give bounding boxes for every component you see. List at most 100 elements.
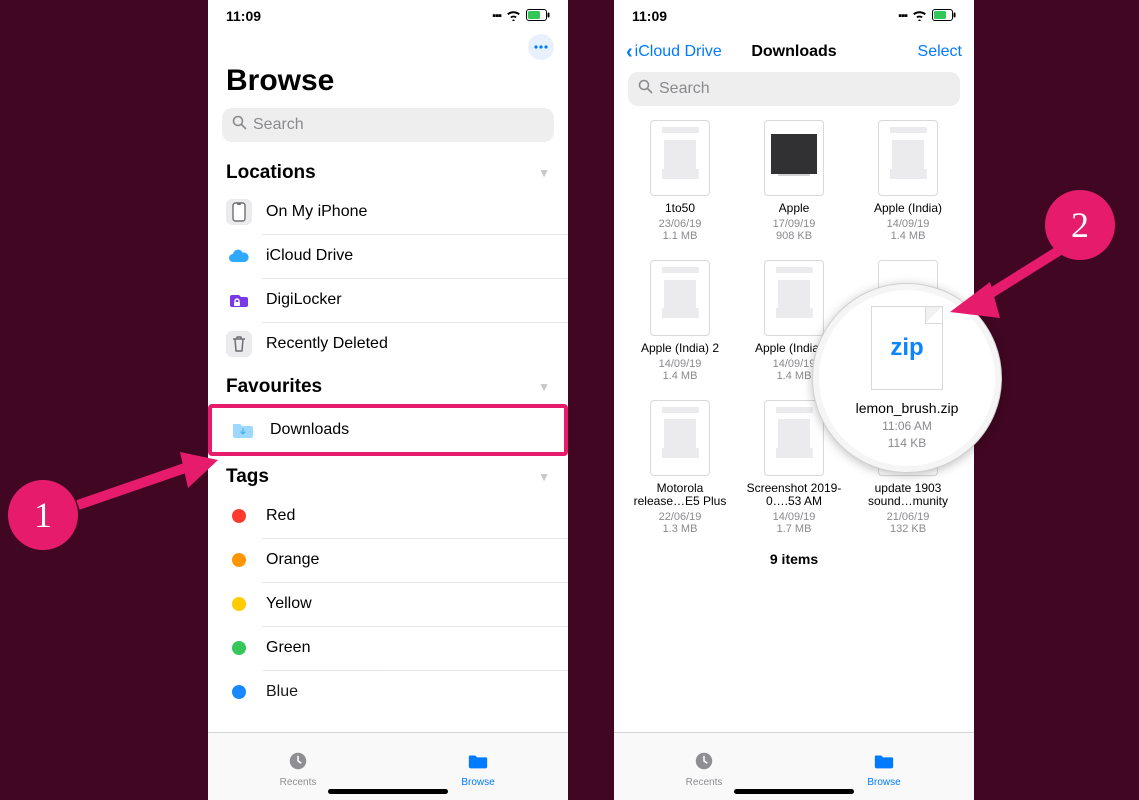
trash-icon bbox=[226, 331, 252, 357]
file-date: 14/09/19 bbox=[773, 511, 816, 523]
search-icon bbox=[232, 115, 247, 135]
row-label: Red bbox=[266, 507, 295, 525]
badge-number: 1 bbox=[34, 494, 52, 536]
cloud-icon bbox=[226, 243, 252, 269]
tab-label: Recents bbox=[686, 777, 723, 788]
select-button[interactable]: Select bbox=[918, 43, 962, 61]
file-date: 14/09/19 bbox=[887, 218, 930, 230]
row-label: Recently Deleted bbox=[266, 335, 388, 353]
row-label: Yellow bbox=[266, 595, 312, 613]
row-label: Blue bbox=[266, 683, 298, 701]
folder-icon bbox=[872, 750, 896, 775]
nav-actions bbox=[208, 32, 568, 62]
zoom-filename: lemon_brush.zip bbox=[856, 400, 959, 416]
signal-icon: ▪▪▪ bbox=[492, 10, 501, 22]
favourites-list: Downloads bbox=[208, 404, 568, 456]
row-label: Orange bbox=[266, 551, 319, 569]
tag-yellow[interactable]: Yellow bbox=[208, 582, 568, 626]
phone-icon bbox=[226, 199, 252, 225]
location-recently-deleted[interactable]: Recently Deleted bbox=[208, 322, 568, 366]
location-icloud-drive[interactable]: iCloud Drive bbox=[208, 234, 568, 278]
tags-list: Red Orange Yellow Green Blue bbox=[208, 494, 568, 714]
tag-dot-icon bbox=[232, 553, 246, 567]
row-label: iCloud Drive bbox=[266, 247, 353, 265]
zip-file-icon: zip bbox=[871, 306, 943, 390]
chevron-down-icon: ▼ bbox=[538, 380, 550, 394]
digilocker-icon bbox=[226, 287, 252, 313]
file-date: 17/09/19 bbox=[773, 218, 816, 230]
file-thumbnail bbox=[878, 120, 938, 196]
tab-label: Browse bbox=[867, 777, 900, 788]
page-title: Browse bbox=[208, 62, 568, 108]
tag-red[interactable]: Red bbox=[208, 494, 568, 538]
battery-icon bbox=[526, 8, 550, 24]
section-title: Locations bbox=[226, 162, 316, 184]
tab-label: Recents bbox=[280, 777, 317, 788]
tag-green[interactable]: Green bbox=[208, 626, 568, 670]
search-placeholder: Search bbox=[659, 80, 710, 98]
badge-number: 2 bbox=[1071, 204, 1089, 246]
more-button[interactable] bbox=[528, 34, 554, 60]
file-thumbnail bbox=[650, 400, 710, 476]
tag-dot-icon bbox=[232, 597, 246, 611]
file-item[interactable]: Apple17/09/19908 KB bbox=[742, 120, 846, 242]
file-thumbnail bbox=[764, 120, 824, 196]
clock-icon bbox=[286, 750, 310, 775]
file-item[interactable]: Apple (India) 214/09/191.4 MB bbox=[628, 260, 732, 382]
file-name: Screenshot 2019-0….53 AM bbox=[744, 482, 844, 510]
search-placeholder: Search bbox=[253, 116, 304, 134]
file-item[interactable]: 1to5023/06/191.1 MB bbox=[628, 120, 732, 242]
file-thumbnail bbox=[650, 120, 710, 196]
chevron-down-icon: ▼ bbox=[538, 470, 550, 484]
home-indicator[interactable] bbox=[328, 789, 448, 794]
folder-download-icon bbox=[230, 417, 256, 443]
battery-icon bbox=[932, 8, 956, 24]
tag-dot-icon bbox=[232, 509, 246, 523]
section-title: Favourites bbox=[226, 376, 322, 398]
file-date: 21/06/19 bbox=[887, 511, 930, 523]
annotation-arrow-1 bbox=[70, 440, 230, 520]
tag-orange[interactable]: Orange bbox=[208, 538, 568, 582]
zip-label: zip bbox=[890, 334, 923, 362]
file-size: 1.4 MB bbox=[777, 370, 812, 382]
folder-icon bbox=[466, 750, 490, 775]
wifi-icon bbox=[506, 8, 521, 24]
status-bar: 11:09 ▪▪▪ bbox=[614, 0, 974, 32]
locations-list: On My iPhone iCloud Drive DigiLocker Rec… bbox=[208, 190, 568, 366]
file-size: 132 KB bbox=[890, 523, 926, 535]
file-date: 22/06/19 bbox=[659, 511, 702, 523]
status-time: 11:09 bbox=[632, 8, 667, 24]
section-header-tags[interactable]: Tags ▼ bbox=[208, 456, 568, 494]
section-header-favourites[interactable]: Favourites ▼ bbox=[208, 366, 568, 404]
file-thumbnail bbox=[764, 260, 824, 336]
section-header-locations[interactable]: Locations ▼ bbox=[208, 152, 568, 190]
back-button[interactable]: ‹ iCloud Drive bbox=[626, 41, 722, 64]
wifi-icon bbox=[912, 8, 927, 24]
search-field[interactable]: Search bbox=[628, 72, 960, 106]
home-indicator[interactable] bbox=[734, 789, 854, 794]
search-field[interactable]: Search bbox=[222, 108, 554, 142]
tag-blue[interactable]: Blue bbox=[208, 670, 568, 714]
favourite-downloads[interactable]: Downloads bbox=[208, 404, 568, 456]
file-thumbnail bbox=[764, 400, 824, 476]
status-bar: 11:09 ▪▪▪ bbox=[208, 0, 568, 32]
location-on-my-iphone[interactable]: On My iPhone bbox=[208, 190, 568, 234]
section-title: Tags bbox=[226, 466, 269, 488]
zoom-time: 11:06 AM bbox=[882, 419, 932, 433]
signal-icon: ▪▪▪ bbox=[898, 10, 907, 22]
file-size: 1.3 MB bbox=[663, 523, 698, 535]
file-name: Motorola release…E5 Plus bbox=[630, 482, 730, 510]
file-thumbnail bbox=[650, 260, 710, 336]
file-name: 1to50 bbox=[665, 202, 695, 216]
file-date: 14/09/19 bbox=[773, 358, 816, 370]
annotation-badge-2: 2 bbox=[1045, 190, 1115, 260]
file-item[interactable]: Apple (India)14/09/191.4 MB bbox=[856, 120, 960, 242]
annotation-badge-1: 1 bbox=[8, 480, 78, 550]
file-size: 1.1 MB bbox=[663, 230, 698, 242]
location-digilocker[interactable]: DigiLocker bbox=[208, 278, 568, 322]
file-size: 1.4 MB bbox=[891, 230, 926, 242]
tag-dot-icon bbox=[232, 641, 246, 655]
file-item[interactable]: Motorola release…E5 Plus22/06/191.3 MB bbox=[628, 400, 732, 536]
row-label: Green bbox=[266, 639, 310, 657]
items-count: 9 items bbox=[628, 535, 960, 575]
